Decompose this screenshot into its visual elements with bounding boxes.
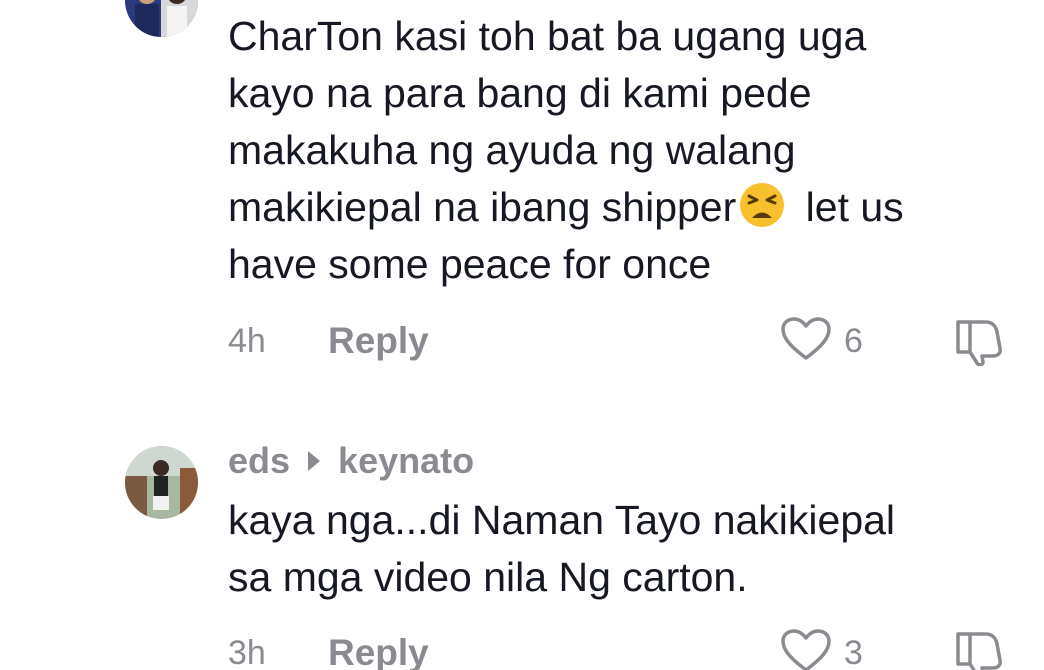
like-count: 3: [844, 634, 863, 670]
heart-icon: [780, 628, 832, 670]
like-button[interactable]: 3: [780, 628, 863, 670]
comment-timestamp: 3h: [228, 634, 266, 670]
comment-header: eds keynato: [228, 438, 474, 484]
comment-actions: 3h Reply 3: [0, 628, 1044, 670]
like-count: 6: [844, 322, 863, 360]
dislike-button[interactable]: [952, 316, 1008, 367]
like-button[interactable]: 6: [780, 316, 863, 366]
comment-text: CharTon kasi toh bat ba ugang uga kayo n…: [228, 8, 1018, 293]
reply-arrow-icon: [308, 451, 321, 471]
comment-text-line: sa mga video nila Ng carton.: [228, 554, 748, 600]
heart-icon: [780, 316, 832, 367]
reply-button[interactable]: Reply: [328, 316, 429, 366]
comment-text-line: makakuha ng ayuda ng walang: [228, 127, 796, 173]
comment-text: kaya nga...di Naman Tayo nakikiepal sa m…: [228, 492, 1018, 606]
comment-text-segment: makikiepal na ibang shipper: [228, 184, 737, 230]
comment-text-segment: let us: [794, 184, 904, 230]
comment-timestamp: 4h: [228, 322, 266, 360]
user-avatar-icon[interactable]: [125, 0, 198, 37]
username[interactable]: eds: [228, 440, 290, 482]
comment-text-line: kaya nga...di Naman Tayo nakikiepal: [228, 497, 896, 543]
user-avatar-icon[interactable]: [125, 446, 198, 519]
comment-text-line: kayo na para bang di kami pede: [228, 70, 812, 116]
reply-to-username[interactable]: keynato: [338, 440, 474, 482]
comments-list: CharTon kasi toh bat ba ugang uga kayo n…: [0, 0, 1044, 670]
comment-text-line-with-emoji: makikiepal na ibang shipper let us: [228, 179, 1018, 236]
tired-face-emoji-icon: [738, 181, 786, 229]
reply-button[interactable]: Reply: [328, 628, 429, 670]
thumbs-down-icon: [952, 320, 1008, 370]
comment-text-line: have some peace for once: [228, 241, 712, 287]
comment-text-line: CharTon kasi toh bat ba ugang uga: [228, 13, 867, 59]
dislike-button[interactable]: [952, 628, 1008, 670]
comment-actions: 4h Reply 6: [0, 316, 1044, 367]
thumbs-down-icon: [952, 632, 1008, 670]
